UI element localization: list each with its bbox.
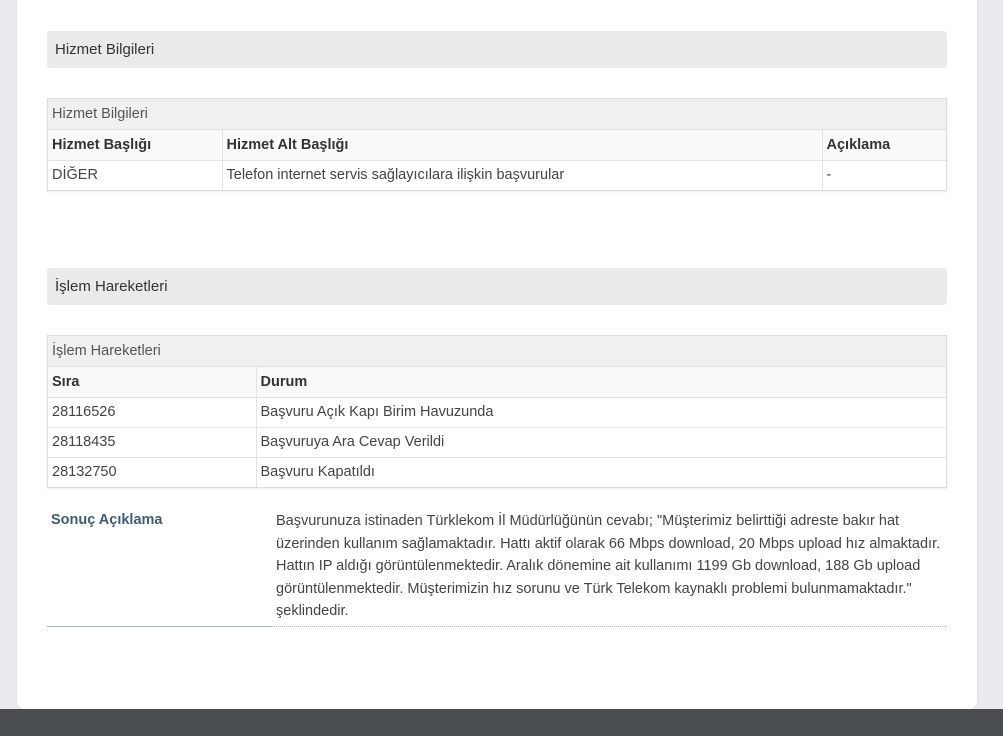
column-header-description: Açıklama (821, 130, 946, 160)
result-label: Sonuç Açıklama (51, 512, 163, 528)
status-cell: Başvuru Açık Kapı Birim Havuzunda (255, 396, 946, 427)
table-row: DİĞER Telefon internet servis sağlayıcıl… (48, 159, 946, 190)
service-info-caption: Hizmet Bilgileri (48, 99, 946, 130)
footer-bar (0, 709, 1003, 736)
table-row: 28118435 Başvuruya Ara Cevap Verildi (48, 426, 946, 457)
table-header-row: Sıra Durum (48, 367, 946, 397)
result-text-underline (272, 626, 947, 627)
result-text: Başvurunuza istinaden Türklekom İl Müdür… (276, 513, 941, 619)
content-card: Hizmet Bilgileri Hizmet Bilgileri Hizmet… (17, 0, 977, 709)
service-info-header: Hizmet Bilgileri (47, 31, 947, 68)
column-header-service-subtitle: Hizmet Alt Başlığı (221, 130, 822, 160)
table-header-row: Hizmet Başlığı Hizmet Alt Başlığı Açıkla… (48, 130, 946, 160)
table-row: 28116526 Başvuru Açık Kapı Birim Havuzun… (48, 396, 946, 427)
service-subtitle-cell: Telefon internet servis sağlayıcılara il… (221, 159, 822, 190)
service-title-cell: DİĞER (48, 159, 222, 190)
service-info-panel: Hizmet Bilgileri Hizmet Başlığı Hizmet A… (47, 98, 947, 191)
result-section: Sonuç Açıklama Başvurunuza istinaden Tür… (47, 508, 947, 627)
transactions-header: İşlem Hareketleri (47, 268, 947, 305)
service-info-table: Hizmet Başlığı Hizmet Alt Başlığı Açıkla… (48, 130, 946, 190)
result-label-underline (47, 626, 272, 627)
status-cell: Başvuru Kapatıldı (255, 456, 946, 487)
description-cell: - (821, 159, 946, 190)
transactions-panel: İşlem Hareketleri Sıra Durum 28116526 Ba… (47, 335, 947, 488)
column-header-order: Sıra (48, 367, 256, 397)
status-cell: Başvuruya Ara Cevap Verildi (255, 426, 946, 457)
column-header-service-title: Hizmet Başlığı (48, 130, 222, 160)
order-cell: 28118435 (48, 426, 256, 457)
table-row: 28132750 Başvuru Kapatıldı (48, 456, 946, 487)
column-header-status: Durum (255, 367, 946, 397)
transactions-table: Sıra Durum 28116526 Başvuru Açık Kapı Bi… (48, 367, 946, 487)
order-cell: 28116526 (48, 396, 256, 427)
order-cell: 28132750 (48, 456, 256, 487)
transactions-caption: İşlem Hareketleri (48, 336, 946, 367)
